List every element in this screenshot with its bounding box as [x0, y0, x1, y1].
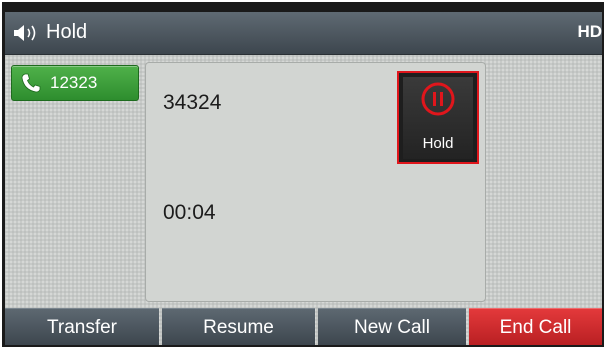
- status-bar: Hold HD: [5, 12, 602, 55]
- page-title: Hold: [46, 21, 88, 43]
- speaker-icon: [14, 25, 36, 41]
- softkey-bar: Transfer Resume New Call End Call: [5, 308, 602, 345]
- end-call-button[interactable]: End Call: [469, 308, 602, 345]
- phone-icon: [21, 73, 41, 93]
- pause-icon: [421, 82, 455, 116]
- callee-number: 34324: [163, 91, 222, 114]
- line-key-12323[interactable]: 12323: [11, 65, 139, 101]
- phone-screen: Hold HD 12323 34324 00:04 Hold Transfer …: [5, 12, 602, 345]
- hold-status-highlight: Hold: [397, 71, 479, 164]
- resume-button[interactable]: Resume: [162, 308, 315, 345]
- call-duration: 00:04: [163, 201, 216, 224]
- new-call-button[interactable]: New Call: [318, 308, 466, 345]
- transfer-button[interactable]: Transfer: [5, 308, 159, 345]
- line-label: 12323: [50, 73, 98, 92]
- hd-badge: HD: [577, 22, 602, 41]
- hold-label: Hold: [422, 135, 454, 152]
- hold-status-badge: Hold: [403, 77, 473, 159]
